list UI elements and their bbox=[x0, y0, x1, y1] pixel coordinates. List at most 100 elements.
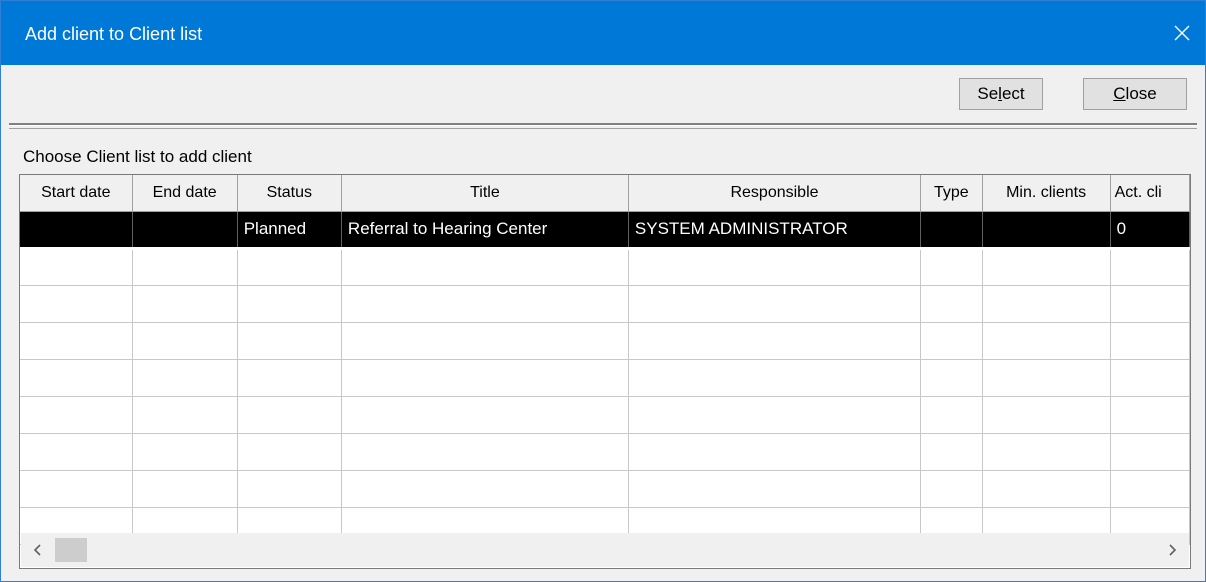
empty-cell bbox=[20, 322, 133, 360]
cell-type bbox=[920, 211, 983, 250]
scrollbar-thumb[interactable] bbox=[55, 538, 87, 562]
empty-cell bbox=[628, 396, 922, 434]
toolbar: Se l ect Close bbox=[1, 65, 1205, 123]
empty-table-row bbox=[20, 433, 1190, 471]
empty-cell bbox=[1110, 433, 1190, 471]
scroll-left-button[interactable] bbox=[21, 533, 55, 567]
empty-table-row bbox=[20, 285, 1190, 323]
select-label-post: ect bbox=[1001, 84, 1025, 103]
dialog-window: Add client to Client list Se l ect Close C… bbox=[0, 0, 1206, 582]
empty-cell bbox=[341, 433, 629, 471]
cell-responsible: SYSTEM ADMINISTRATOR bbox=[628, 211, 922, 250]
header-row: Start date End date Status Title Respons… bbox=[20, 175, 1190, 212]
empty-cell bbox=[237, 433, 342, 471]
client-list-table: Start date End date Status Title Respons… bbox=[20, 175, 1190, 545]
empty-cell bbox=[920, 470, 983, 508]
empty-cell bbox=[237, 359, 342, 397]
select-label-pre: Se bbox=[977, 84, 999, 103]
cell-min-clients bbox=[982, 211, 1111, 250]
empty-cell bbox=[1110, 359, 1190, 397]
client-list-grid[interactable]: Start date End date Status Title Respons… bbox=[19, 174, 1191, 569]
empty-cell bbox=[982, 396, 1111, 434]
close-icon bbox=[1174, 25, 1190, 41]
empty-cell bbox=[920, 322, 983, 360]
empty-cell bbox=[628, 248, 922, 286]
empty-cell bbox=[132, 359, 238, 397]
column-header-status[interactable]: Status bbox=[237, 175, 342, 212]
empty-cell bbox=[920, 285, 983, 323]
column-header-responsible[interactable]: Responsible bbox=[628, 175, 922, 212]
column-header-act-clients[interactable]: Act. cli bbox=[1110, 175, 1190, 212]
empty-cell bbox=[982, 359, 1111, 397]
empty-cell bbox=[20, 433, 133, 471]
empty-cell bbox=[132, 322, 238, 360]
empty-cell bbox=[132, 433, 238, 471]
empty-cell bbox=[1110, 248, 1190, 286]
empty-cell bbox=[132, 285, 238, 323]
column-header-start-date[interactable]: Start date bbox=[20, 175, 133, 212]
empty-table-row bbox=[20, 470, 1190, 508]
empty-cell bbox=[628, 359, 922, 397]
empty-cell bbox=[237, 396, 342, 434]
empty-cell bbox=[341, 359, 629, 397]
empty-cell bbox=[237, 285, 342, 323]
empty-cell bbox=[341, 322, 629, 360]
empty-cell bbox=[982, 433, 1111, 471]
close-label-mnemonic: C bbox=[1113, 84, 1126, 103]
cell-end-date bbox=[132, 211, 238, 250]
column-header-min-clients[interactable]: Min. clients bbox=[982, 175, 1111, 212]
empty-cell bbox=[982, 248, 1111, 286]
empty-cell bbox=[628, 433, 922, 471]
close-button[interactable]: Close bbox=[1083, 78, 1187, 110]
toolbar-separator-line bbox=[9, 128, 1197, 129]
empty-cell bbox=[920, 359, 983, 397]
empty-cell bbox=[20, 248, 133, 286]
empty-cell bbox=[20, 359, 133, 397]
title-bar[interactable]: Add client to Client list bbox=[1, 1, 1205, 65]
empty-cell bbox=[920, 433, 983, 471]
empty-cell bbox=[20, 285, 133, 323]
empty-cell bbox=[628, 470, 922, 508]
scroll-right-button[interactable] bbox=[1155, 533, 1189, 567]
empty-table-row bbox=[20, 248, 1190, 286]
column-header-title[interactable]: Title bbox=[341, 175, 629, 212]
group-label: Choose Client list to add client bbox=[23, 147, 252, 166]
close-label-post: lose bbox=[1125, 84, 1157, 103]
empty-cell bbox=[341, 248, 629, 286]
empty-cell bbox=[920, 396, 983, 434]
column-header-type[interactable]: Type bbox=[920, 175, 983, 212]
cell-start-date bbox=[20, 211, 133, 250]
column-header-end-date[interactable]: End date bbox=[132, 175, 238, 212]
table-row-selected[interactable]: Planned Referral to Hearing Center SYSTE… bbox=[20, 211, 1190, 250]
chevron-right-icon bbox=[1169, 544, 1177, 556]
empty-cell bbox=[237, 248, 342, 286]
empty-cell bbox=[1110, 285, 1190, 323]
window-title: Add client to Client list bbox=[25, 24, 203, 44]
empty-cell bbox=[341, 470, 629, 508]
cell-act-clients: 0 bbox=[1110, 211, 1190, 250]
empty-table-row bbox=[20, 359, 1190, 397]
empty-cell bbox=[20, 470, 133, 508]
chevron-left-icon bbox=[33, 544, 41, 556]
empty-table-row bbox=[20, 322, 1190, 360]
horizontal-scrollbar[interactable] bbox=[21, 533, 1189, 567]
empty-cell bbox=[341, 396, 629, 434]
cell-title: Referral to Hearing Center bbox=[341, 211, 629, 250]
empty-cell bbox=[1110, 396, 1190, 434]
window-close-button[interactable] bbox=[1159, 1, 1205, 65]
select-button[interactable]: Se l ect bbox=[959, 78, 1043, 110]
empty-cell bbox=[20, 396, 133, 434]
empty-cell bbox=[237, 322, 342, 360]
toolbar-separator bbox=[9, 123, 1197, 126]
empty-cell bbox=[132, 396, 238, 434]
empty-cell bbox=[132, 470, 238, 508]
empty-cell bbox=[1110, 322, 1190, 360]
empty-cell bbox=[982, 322, 1111, 360]
empty-cell bbox=[341, 285, 629, 323]
empty-cell bbox=[982, 285, 1111, 323]
empty-cell bbox=[1110, 470, 1190, 508]
cell-status: Planned bbox=[237, 211, 342, 250]
empty-table-row bbox=[20, 396, 1190, 434]
empty-cell bbox=[920, 248, 983, 286]
empty-cell bbox=[982, 470, 1111, 508]
